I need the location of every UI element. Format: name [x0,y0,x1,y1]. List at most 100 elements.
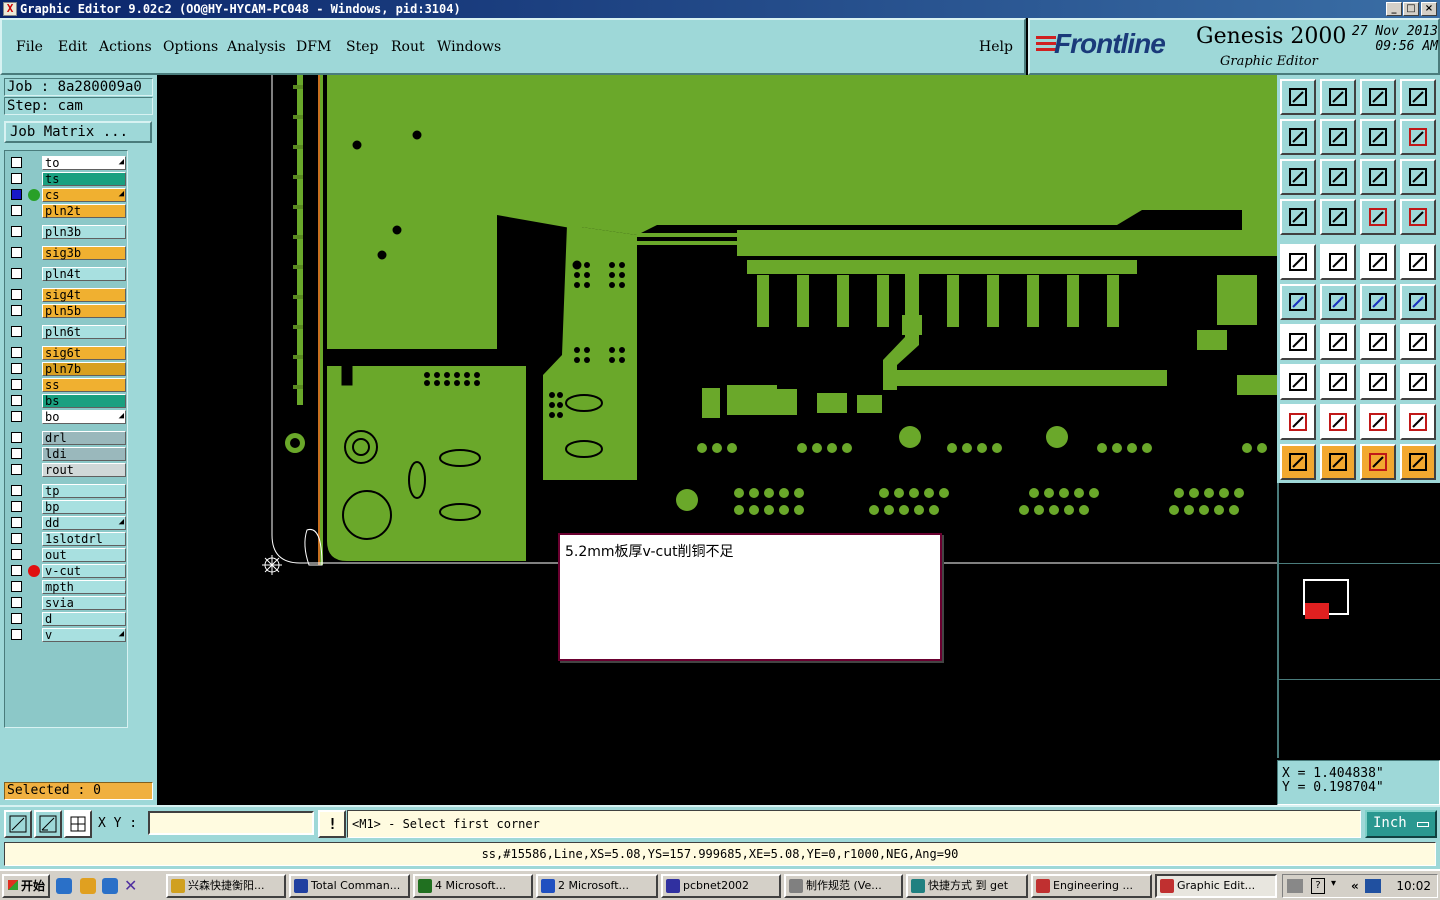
layer-checkbox[interactable] [11,597,22,608]
grid-snap-button[interactable] [64,810,92,838]
prev-view-button[interactable] [1280,119,1316,155]
path-button[interactable] [1400,444,1436,480]
taskbar-item[interactable]: 制作规范 (Ve... [784,874,903,898]
center-button[interactable] [1320,159,1356,195]
x-app-icon[interactable]: ✕ [124,878,140,894]
menu-step[interactable]: Step [346,39,378,55]
layer-row-d[interactable]: d [7,612,127,626]
menu-actions[interactable]: Actions [99,39,152,55]
taskbar-item[interactable]: Total Comman... [289,874,410,898]
maximize-button[interactable]: □ [1403,2,1419,16]
layer-name[interactable]: mpth [42,580,126,594]
clock-app-icon[interactable] [80,878,96,894]
layer-name[interactable]: v [42,628,126,642]
zoom-box-button[interactable] [4,810,32,838]
menu-help[interactable]: Help [979,39,1013,55]
taskbar-item[interactable]: 兴森快捷衡阳... [166,874,286,898]
taskbar-item[interactable]: 4 Microsoft... [413,874,533,898]
layer-row-v-cut[interactable]: v-cut [7,564,127,578]
menu-rout[interactable]: Rout [391,39,425,55]
layer-checkbox[interactable] [11,289,22,300]
layer-checkbox[interactable] [11,432,22,443]
layer-row-sig6t[interactable]: sig6t [7,346,127,360]
copy-button[interactable] [1400,364,1436,400]
layer-row-svia[interactable]: svia [7,596,127,610]
next-view-button[interactable] [1320,119,1356,155]
menu-windows[interactable]: Windows [437,39,501,55]
layer-row-pln3b[interactable]: pln3b [7,225,127,239]
layer-row-ss[interactable]: ss [7,378,127,392]
layer-name[interactable]: bo [42,410,126,424]
layer-row-v[interactable]: v ◢ [7,628,127,642]
select-net-button[interactable] [1280,364,1316,400]
navigator-panel[interactable] [1277,483,1440,758]
snap-button[interactable] [1280,199,1316,235]
layer-name[interactable]: 1slotdrl [42,532,126,546]
layer-checkbox[interactable] [11,411,22,422]
layer-name[interactable]: bp [42,500,126,514]
layer-checkbox[interactable] [11,305,22,316]
layer-checkbox[interactable] [11,326,22,337]
graphics-canvas[interactable] [157,75,1277,805]
layer-checkbox[interactable] [11,464,22,475]
help-icon[interactable]: ? [1311,878,1325,894]
tri-blue-button[interactable] [1320,404,1356,440]
layer-checkbox[interactable] [11,485,22,496]
tri-cross-button[interactable] [1400,404,1436,440]
grid-button[interactable] [1320,199,1356,235]
pad-button[interactable] [1400,244,1436,280]
unit-selector[interactable]: Inch [1365,810,1437,838]
layer-row-tp[interactable]: tp [7,484,127,498]
layer-checkbox[interactable] [11,629,22,640]
flip-button[interactable] [1400,324,1436,360]
taskbar-item[interactable]: pcbnet2002 [661,874,781,898]
layer-checkbox[interactable] [11,501,22,512]
layer-row-to[interactable]: to ◢ [7,156,127,170]
window-button[interactable] [1400,79,1436,115]
angle-button[interactable] [1280,324,1316,360]
layer-name[interactable]: d [42,612,126,626]
layer-name[interactable]: rout [42,463,126,477]
menu-analysis[interactable]: Analysis [227,39,286,55]
tri-red-button[interactable] [1280,404,1316,440]
layer-row-bo[interactable]: bo ◢ [7,410,127,424]
move-node-button[interactable] [1360,284,1396,320]
menu-options[interactable]: Options [163,39,218,55]
minimize-button[interactable]: _ [1386,2,1402,16]
layer-name[interactable]: pln5b [42,304,126,318]
taskbar-item[interactable]: 快捷方式 到 get [906,874,1028,898]
layer-row-out[interactable]: out [7,548,127,562]
layer-row-dd[interactable]: dd ◢ [7,516,127,530]
ruler-button[interactable] [1360,244,1396,280]
menu-file[interactable]: File [16,39,43,55]
open-step-button[interactable] [1280,79,1316,115]
query-button[interactable] [1400,159,1436,195]
layer-name[interactable]: pln7b [42,362,126,376]
delete-node-button[interactable] [1320,284,1356,320]
layer-checkbox[interactable] [11,205,22,216]
layer-checkbox[interactable] [11,189,22,200]
redraw-button[interactable] [1400,119,1436,155]
layer-name[interactable]: tp [42,484,126,498]
layer-checkbox[interactable] [11,533,22,544]
home-button[interactable] [1360,79,1396,115]
layer-row-pln2t[interactable]: pln2t [7,204,127,218]
taskbar-item[interactable]: Graphic Edit... [1155,874,1277,898]
layer-checkbox[interactable] [11,157,22,168]
layer-checkbox[interactable] [11,448,22,459]
connect-button[interactable] [1280,284,1316,320]
layer-name[interactable]: drl [42,431,126,445]
layer-name[interactable]: cs [42,188,126,202]
line-button[interactable] [1320,324,1356,360]
layer-name[interactable]: pln2t [42,204,126,218]
layer-checkbox[interactable] [11,613,22,624]
layer-row-drl[interactable]: drl [7,431,127,445]
layer-name[interactable]: sig6t [42,346,126,360]
cut-line-button[interactable] [1320,364,1356,400]
browser-icon[interactable] [102,878,118,894]
layer-checkbox[interactable] [11,247,22,258]
app-icon[interactable]: X [3,2,17,16]
layer-name[interactable]: dd [42,516,126,530]
layer-row-pln6t[interactable]: pln6t [7,325,127,339]
layer-row-sig4t[interactable]: sig4t [7,288,127,302]
